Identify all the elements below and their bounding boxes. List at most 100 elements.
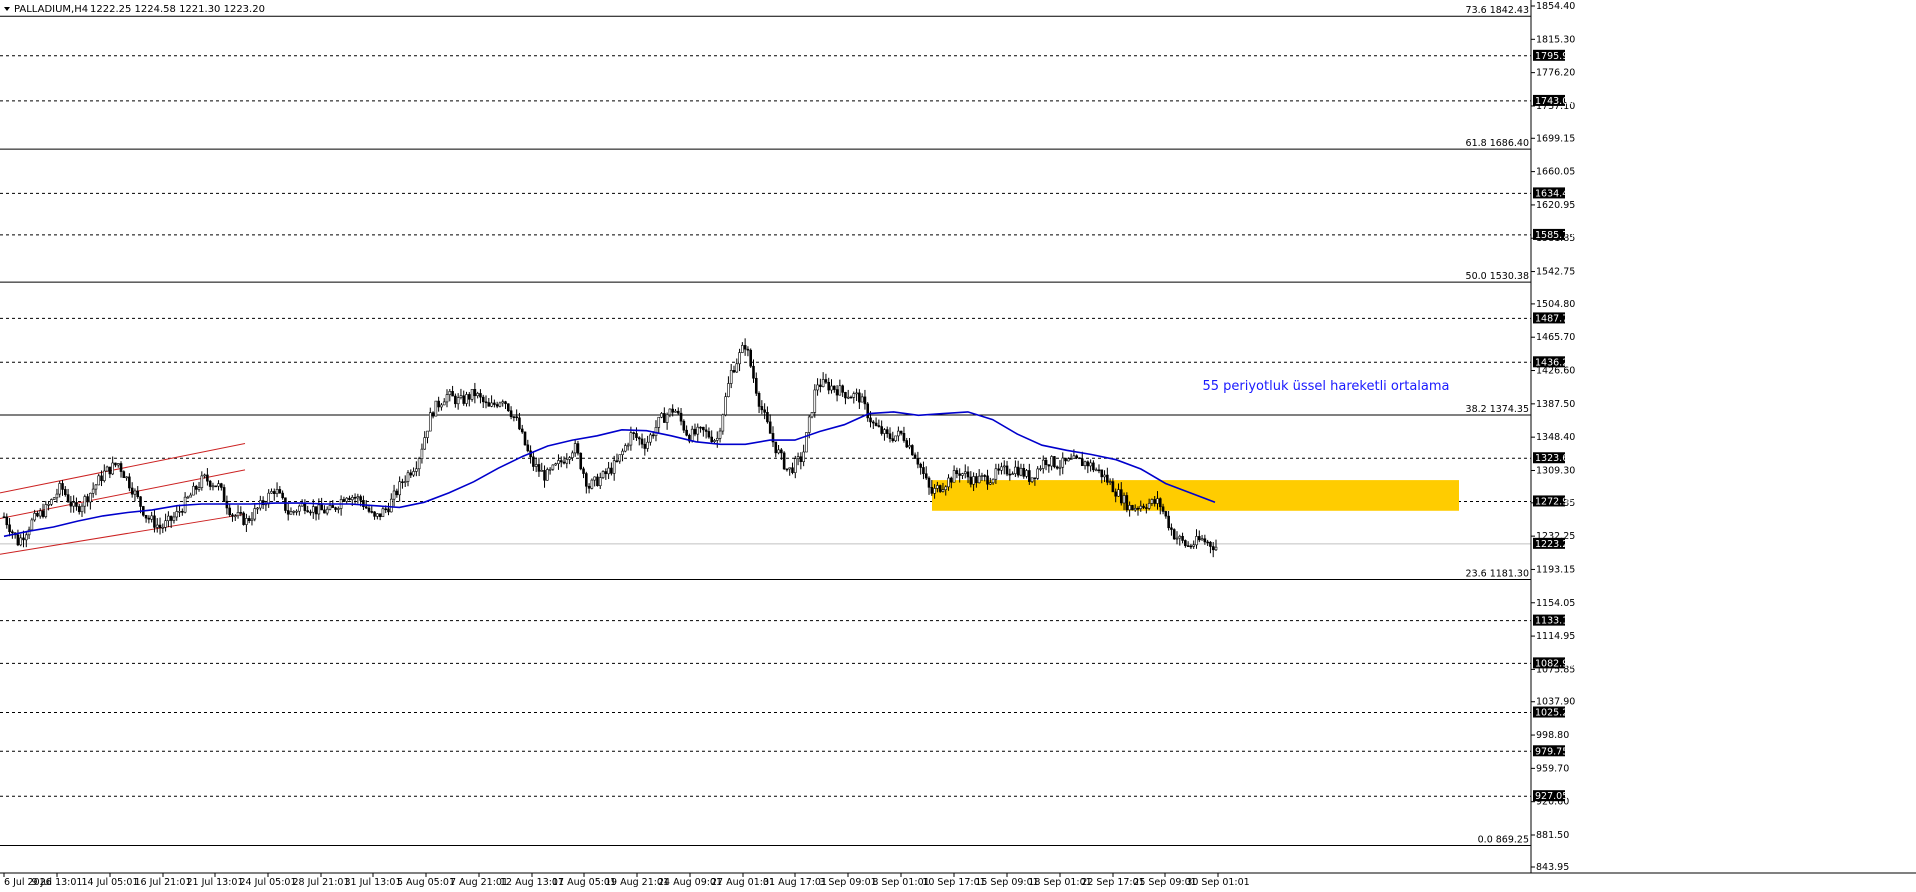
candle-body xyxy=(1014,466,1017,475)
candle-body xyxy=(30,519,34,531)
candle-body xyxy=(888,433,892,439)
candle-body xyxy=(824,379,828,383)
candle-body xyxy=(22,537,25,541)
candle-body xyxy=(1133,508,1137,511)
candle-body xyxy=(378,513,382,518)
candle-body xyxy=(454,395,457,405)
candle-body xyxy=(618,454,622,462)
candle-body xyxy=(337,508,340,510)
candle-body xyxy=(637,437,641,440)
candle-body xyxy=(1044,459,1048,465)
candle-body xyxy=(105,466,109,472)
candle-body xyxy=(144,514,148,519)
candle-body xyxy=(331,505,335,508)
candle-body xyxy=(1106,474,1109,483)
candle-body xyxy=(1156,498,1159,504)
candle-body xyxy=(1150,499,1154,504)
candle-body xyxy=(367,507,371,512)
candle-body xyxy=(245,518,248,525)
candle-body xyxy=(155,524,159,528)
candle-body xyxy=(938,485,942,492)
candle-body xyxy=(643,443,647,449)
candle-body xyxy=(292,511,296,513)
candle-body xyxy=(1117,489,1120,497)
candle-body xyxy=(116,463,120,466)
candle-body xyxy=(86,496,89,503)
y-tick-label: 1620.95 xyxy=(1536,200,1575,211)
candle-body xyxy=(707,431,711,438)
candle-body xyxy=(841,385,844,393)
candle-body xyxy=(1192,544,1196,547)
candle-body xyxy=(766,412,769,423)
x-tick-label: 8 Sep 01:01 xyxy=(872,877,929,888)
candle-body xyxy=(1125,495,1129,511)
candle-body xyxy=(364,506,368,509)
candle-body xyxy=(309,511,312,514)
price-chart[interactable]: 73.6 1842.43 61.8 1686.40 50.0 1530.38 38.2… xyxy=(0,0,1916,888)
candle-body xyxy=(1161,506,1165,512)
candle-body xyxy=(559,460,563,463)
candle-body xyxy=(128,476,131,489)
candle-body xyxy=(832,385,836,390)
candle-body xyxy=(66,494,70,503)
candle-body xyxy=(389,498,393,513)
candle-body xyxy=(568,457,571,460)
candle-body xyxy=(189,494,192,498)
candle-body xyxy=(690,428,694,442)
candle-body xyxy=(585,473,588,487)
x-tick-label: 16 Jul 21:01 xyxy=(135,877,192,888)
candle-body xyxy=(626,444,630,447)
candle-body xyxy=(345,497,349,502)
candle-body xyxy=(509,410,513,417)
candle-body xyxy=(164,520,167,528)
x-tick-label: 5 Aug 05:01 xyxy=(397,877,455,888)
y-tick-label: 881.50 xyxy=(1536,830,1569,841)
candle-body xyxy=(894,435,897,442)
candle-body xyxy=(1069,458,1073,460)
level-price-tag-label: 1585.75 xyxy=(1535,230,1574,241)
candle-body xyxy=(963,471,967,474)
candle-body xyxy=(1019,467,1023,476)
candle-body xyxy=(715,438,719,441)
candle-body xyxy=(169,515,173,521)
candle-body xyxy=(858,392,861,403)
candle-body xyxy=(208,480,212,487)
candle-body xyxy=(724,396,727,416)
candle-body xyxy=(451,391,454,397)
candle-body xyxy=(498,402,502,407)
symbol-title: PALLADIUM,H4 xyxy=(14,4,88,15)
candle-body xyxy=(175,511,179,518)
candle-body xyxy=(749,349,753,367)
candle-body xyxy=(1030,477,1034,482)
candle-body xyxy=(743,345,747,350)
candle-body xyxy=(139,496,142,507)
candle-body xyxy=(1058,466,1062,469)
candle-body xyxy=(718,430,722,439)
candle-body xyxy=(359,496,362,501)
current-price-tag-label: 1223.20 xyxy=(1535,539,1574,550)
candle-body xyxy=(958,473,961,476)
candle-body xyxy=(1164,511,1168,517)
candle-body xyxy=(89,492,92,503)
candle-body xyxy=(211,485,215,488)
candle-body xyxy=(247,518,251,521)
candle-body xyxy=(821,379,825,387)
candle-body xyxy=(952,470,956,483)
candle-body xyxy=(420,448,424,459)
candle-body xyxy=(596,476,599,487)
candle-body xyxy=(350,497,354,501)
candle-body xyxy=(1008,473,1012,476)
candle-body xyxy=(94,484,98,490)
candle-body xyxy=(518,417,521,430)
candle-body xyxy=(384,508,388,511)
candle-body xyxy=(1170,527,1173,530)
candle-body xyxy=(1097,469,1101,472)
candle-body xyxy=(275,489,279,494)
candle-body xyxy=(1041,459,1045,469)
candle-body xyxy=(203,474,206,477)
x-tick-label: 24 Jul 05:01 xyxy=(240,877,297,888)
candle-body xyxy=(130,487,134,495)
candle-body xyxy=(239,512,243,514)
candle-body xyxy=(540,470,544,472)
y-tick-label: 1465.70 xyxy=(1536,332,1575,343)
